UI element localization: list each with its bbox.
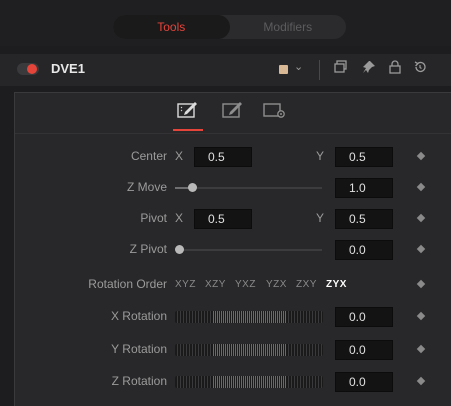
rotation-order-option[interactable]: YXZ <box>235 279 256 290</box>
inspector-tabs: Tools Modifiers <box>113 15 346 39</box>
pivot-x-label: X <box>175 211 184 225</box>
pivot-x-input[interactable]: 0.5 <box>194 209 252 229</box>
header-divider <box>319 60 320 80</box>
y-rotation-label: Y Rotation <box>111 342 167 356</box>
z-rotation-input[interactable]: 0.0 <box>335 372 393 392</box>
keyframe-diamond-icon[interactable] <box>416 279 426 289</box>
z-pivot-slider[interactable] <box>175 249 322 251</box>
rotation-order-label: Rotation Order <box>88 277 167 291</box>
keyframe-diamond-icon[interactable] <box>416 213 426 223</box>
x-rotation-input[interactable]: 0.0 <box>335 307 393 327</box>
y-rotation-input[interactable]: 0.0 <box>335 340 393 360</box>
chevron-down-icon[interactable]: ⌄ <box>294 60 303 73</box>
center-label: Center <box>130 149 167 163</box>
center-x-input[interactable]: 0.5 <box>194 147 252 167</box>
color-swatch-icon[interactable] <box>279 65 288 74</box>
keyframe-diamond-icon[interactable] <box>416 376 426 386</box>
x-rotation-label: X Rotation <box>110 309 167 323</box>
rotation-order-option[interactable]: XZY <box>205 279 226 290</box>
z-move-row: Z Move 1.0 <box>15 175 451 201</box>
z-rotation-thumbwheel[interactable] <box>175 376 323 388</box>
z-pivot-input[interactable]: 0.0 <box>335 240 393 260</box>
inspector-panel: Center X 0.5 Y 0.5 Z Move 1.0 Pivot X 0.… <box>14 92 451 406</box>
pivot-label: Pivot <box>140 211 167 225</box>
edit-tab-icon[interactable] <box>220 99 246 121</box>
z-move-slider-handle[interactable] <box>188 183 197 192</box>
reset-icon[interactable] <box>412 60 428 78</box>
rotation-order-option-selected[interactable]: ZYX <box>326 279 347 290</box>
keyframe-diamond-icon[interactable] <box>416 244 426 254</box>
y-rotation-thumbwheel[interactable] <box>175 344 323 356</box>
pivot-y-input[interactable]: 0.5 <box>335 209 393 229</box>
node-header: DVE1 ⌄ <box>0 54 451 86</box>
tab-modifiers[interactable]: Modifiers <box>230 15 347 39</box>
lock-icon[interactable] <box>387 60 403 78</box>
rotation-order-row: Rotation Order XYZ XZY YXZ YZX ZXY ZYX <box>15 272 451 298</box>
panel-divider <box>15 133 451 134</box>
z-move-label: Z Move <box>126 180 167 194</box>
active-subtab-indicator <box>173 129 203 131</box>
node-enable-toggle[interactable] <box>17 63 39 75</box>
x-rotation-thumbwheel[interactable] <box>175 311 323 323</box>
z-pivot-label: Z Pivot <box>129 242 167 256</box>
copy-icon[interactable] <box>333 60 349 78</box>
toggle-indicator <box>27 64 37 74</box>
center-x-label: X <box>175 149 184 163</box>
settings-tab-icon[interactable] <box>262 99 288 121</box>
z-rotation-row: Z Rotation 0.0 <box>15 369 451 395</box>
z-pivot-row: Z Pivot 0.0 <box>15 237 451 263</box>
center-y-label: Y <box>316 149 325 163</box>
rotation-order-option[interactable]: ZXY <box>296 279 317 290</box>
pin-icon[interactable] <box>361 60 377 78</box>
keyframe-diamond-icon[interactable] <box>416 151 426 161</box>
rotation-order-option[interactable]: XYZ <box>175 279 196 290</box>
center-row: Center X 0.5 Y 0.5 <box>15 144 451 170</box>
control-subtabs <box>15 93 451 131</box>
keyframe-diamond-icon[interactable] <box>416 182 426 192</box>
z-move-slider[interactable] <box>175 187 322 189</box>
x-rotation-row: X Rotation 0.0 <box>15 304 451 330</box>
tab-tools[interactable]: Tools <box>113 15 230 39</box>
z-rotation-label: Z Rotation <box>111 374 167 388</box>
z-move-input[interactable]: 1.0 <box>335 178 393 198</box>
y-rotation-row: Y Rotation 0.0 <box>15 337 451 363</box>
center-y-input[interactable]: 0.5 <box>335 147 393 167</box>
controls-tab-icon[interactable] <box>175 99 201 121</box>
pivot-row: Pivot X 0.5 Y 0.5 <box>15 206 451 232</box>
keyframe-diamond-icon[interactable] <box>416 311 426 321</box>
z-pivot-slider-handle[interactable] <box>175 245 184 254</box>
keyframe-diamond-icon[interactable] <box>416 344 426 354</box>
node-name: DVE1 <box>51 61 85 76</box>
top-tab-bar: Tools Modifiers <box>0 0 451 46</box>
pivot-y-label: Y <box>316 211 325 225</box>
rotation-order-option[interactable]: YZX <box>266 279 287 290</box>
